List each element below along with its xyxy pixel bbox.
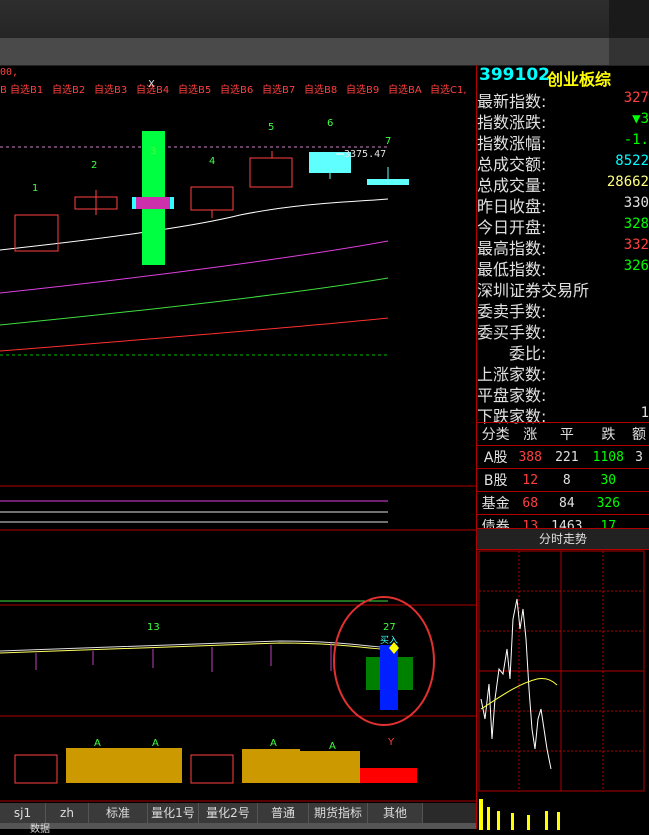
stats-row: 基金 68 84 326 (477, 491, 649, 515)
candle-7 (367, 179, 409, 185)
watchlist-label-6[interactable]: 自选B6 (220, 83, 253, 96)
signal-a-2: A (152, 738, 159, 749)
watchlist-label-5[interactable]: 自选B5 (178, 83, 211, 96)
label-small: 买入 (380, 635, 398, 646)
title-bar (0, 0, 649, 38)
tab-7[interactable]: 其他 (368, 803, 423, 823)
intraday-panel[interactable]: 分时走势 (477, 528, 649, 830)
watchlist-label-row: B 自选B1 自选B2 自选B3 自选B4 自选B5 自选B6 自选B7 自选B8 自选B9 自选B… (0, 83, 467, 96)
stats-cell-amt: 3 (629, 445, 649, 469)
stats-cell-flat: 221 (546, 445, 588, 469)
ma-red-line (0, 317, 389, 352)
kline-chart-area[interactable]: 00, B 自选B1 自选B2 自选B3 自选B4 自选B5 自选B6 自选B7 自选B8 自选B… (0, 65, 476, 805)
tab-1[interactable]: zh (46, 803, 89, 823)
quote-value-7: 332 (623, 237, 649, 253)
candle-5 (249, 157, 293, 188)
watchlist-label-1[interactable]: 自选B1 (10, 83, 43, 96)
tab-3[interactable]: 量化1号 (148, 803, 199, 823)
signal-y: Y (387, 737, 395, 748)
watchlist-label-3[interactable]: 自选B3 (94, 83, 127, 96)
stats-header-0: 分类 (477, 422, 515, 446)
watchlist-label-11[interactable]: 自选C1, (430, 83, 467, 96)
signal-a-4: A (329, 741, 336, 752)
highlight-blue-bar (380, 645, 398, 710)
candle-number-7: 7 (385, 136, 391, 147)
candle-number-6: 6 (327, 118, 333, 129)
watchlist-label-2[interactable]: 自选B2 (52, 83, 85, 96)
stats-cell-up: 388 (514, 445, 547, 469)
quote-value-4: 28662 (606, 174, 649, 190)
signal-bar-red (360, 768, 417, 783)
quote-value-0: 327 (623, 90, 649, 106)
candle-3-overlay (132, 197, 174, 209)
intraday-chart (478, 550, 645, 830)
candle-number-4: 4 (209, 156, 215, 167)
signal-a-1: A (94, 738, 101, 749)
stats-row: A股 388 221 1108 3 (477, 445, 649, 469)
quote-value-6: 328 (623, 216, 649, 232)
top-marker: X (148, 79, 155, 90)
candle-number-3: 3 (150, 146, 156, 157)
quote-header: 399102 创业板综 (477, 65, 649, 89)
stats-header-1: 涨 (514, 422, 547, 446)
label-27: 27 (383, 622, 396, 633)
stats-header-4: 额 (629, 422, 649, 446)
signal-bar-2 (242, 749, 300, 783)
order-value-5: 1 (640, 405, 649, 421)
market-stats-table: 分类涨平跌额 A股 388 221 1108 3 B股 12 8 30 基金 68 84 326 债券 13… (477, 422, 649, 538)
label-13: 13 (147, 622, 160, 633)
signal-a-3: A (270, 738, 277, 749)
stats-cell-down: 1108 (587, 445, 630, 469)
watchlist-label-9[interactable]: 自选B9 (346, 83, 379, 96)
stats-cell-amt (629, 491, 649, 515)
candle-4 (190, 186, 234, 211)
formula-label: 00, (0, 67, 18, 78)
price-annotation: 3375.47 (344, 149, 386, 160)
stats-cell-name: B股 (477, 468, 515, 492)
watchlist-label-7[interactable]: 自选B7 (262, 83, 295, 96)
stats-header-3: 跌 (587, 422, 630, 446)
candle-number-2: 2 (91, 160, 97, 171)
signal-bar-1 (66, 748, 182, 783)
watchlist-label-10[interactable]: 自选BA (388, 83, 422, 96)
stats-cell-flat: 8 (546, 468, 588, 492)
stats-header-2: 平 (546, 422, 588, 446)
stats-cell-down: 326 (587, 491, 630, 515)
stats-cell-name: 基金 (477, 491, 515, 515)
stats-cell-amt (629, 468, 649, 492)
intraday-title: 分时走势 (477, 528, 649, 550)
stats-cell-up: 68 (514, 491, 547, 515)
sub-tab-bar: 数据 (0, 823, 476, 835)
index-code: 399102 (479, 65, 550, 85)
stats-cell-flat: 84 (546, 491, 588, 515)
quote-value-8: 326 (623, 258, 649, 274)
tab-2[interactable]: 标准 (89, 803, 148, 823)
stats-row: B股 12 8 30 (477, 468, 649, 492)
signal-bar-3 (300, 751, 360, 783)
quote-value-1: ▼3 (632, 111, 649, 127)
candle-number-5: 5 (268, 122, 274, 133)
sub-tab-label[interactable]: 数据 (30, 820, 50, 835)
quote-value-3: 8522 (615, 153, 649, 169)
tab-6[interactable]: 期货指标 (309, 803, 368, 823)
candle-number-1: 1 (32, 183, 38, 194)
toolbar (0, 38, 649, 66)
tab-5[interactable]: 普通 (258, 803, 309, 823)
index-name: 创业板综 (547, 70, 612, 89)
stats-cell-name: A股 (477, 445, 515, 469)
indicator-tab-bar: sj1 zh 标准 量化1号 量化2号 普通 期货指标 其他 (0, 803, 476, 823)
tab-4[interactable]: 量化2号 (199, 803, 258, 823)
ma-green-line (0, 277, 389, 326)
quote-panel: 399102 创业板综 最新指数: 327 指数涨跌: ▼3 指数涨幅: -1. 总成交额:… (477, 65, 649, 830)
stats-cell-down: 30 (587, 468, 630, 492)
quote-value-5: 330 (623, 195, 649, 211)
stats-cell-up: 12 (514, 468, 547, 492)
quote-value-2: -1. (623, 132, 649, 148)
watchlist-label-8[interactable]: 自选B8 (304, 83, 337, 96)
watchlist-label-0[interactable]: B (0, 85, 7, 96)
